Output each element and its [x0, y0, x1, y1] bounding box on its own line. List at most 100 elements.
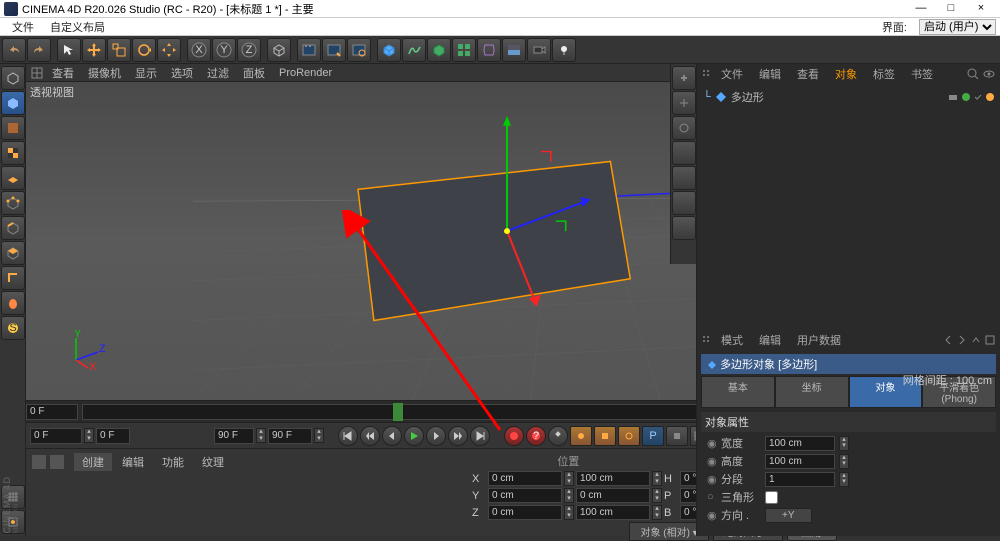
mat-icon2[interactable]: [50, 455, 64, 469]
render-view-button[interactable]: [297, 38, 321, 62]
close-button[interactable]: ×: [966, 1, 996, 17]
vp-menu-view[interactable]: 查看: [46, 65, 80, 81]
nav-orbit-icon[interactable]: [672, 116, 696, 140]
coord-pos-X[interactable]: [488, 471, 562, 486]
render-pv-button[interactable]: [322, 38, 346, 62]
environment-button[interactable]: [502, 38, 526, 62]
am-edit[interactable]: 编辑: [751, 330, 789, 350]
key-pla-button[interactable]: [666, 426, 688, 446]
autokey-button[interactable]: ?: [526, 426, 546, 446]
coord-size-Z[interactable]: [576, 505, 650, 520]
range-start2[interactable]: [96, 428, 130, 444]
attr-width-input[interactable]: [765, 436, 835, 451]
cube-button[interactable]: [377, 38, 401, 62]
axis-y-button[interactable]: Y: [212, 38, 236, 62]
live-select-button[interactable]: [57, 38, 81, 62]
om-object[interactable]: 对象: [827, 64, 865, 84]
coord-pos-Y[interactable]: [488, 488, 562, 503]
axis-toggle-button[interactable]: [1, 266, 25, 290]
sp[interactable]: ▴▾: [652, 505, 662, 520]
nav-cam1-icon[interactable]: [672, 141, 696, 165]
nav-zoom-icon[interactable]: [672, 66, 696, 90]
attr-tab-coord[interactable]: 坐标: [775, 376, 849, 408]
goto-start-button[interactable]: [338, 426, 358, 446]
vp-menu-prorender[interactable]: ProRender: [273, 67, 338, 79]
attr-triangle-checkbox[interactable]: [765, 491, 778, 504]
next-key-button[interactable]: [448, 426, 468, 446]
attr-direction-button[interactable]: +Y: [765, 508, 812, 523]
deformer-button[interactable]: [477, 38, 501, 62]
spinner2[interactable]: ▴▾: [256, 428, 266, 443]
prev-key-button[interactable]: [360, 426, 380, 446]
visibility-editor-dot[interactable]: [962, 93, 970, 101]
om-edit[interactable]: 编辑: [751, 64, 789, 84]
vp-menu-filter[interactable]: 过滤: [201, 65, 235, 81]
key-pos-button[interactable]: [570, 426, 592, 446]
next-frame-button[interactable]: [426, 426, 446, 446]
scale-button[interactable]: [107, 38, 131, 62]
phong-tag-icon[interactable]: [986, 93, 994, 101]
make-editable-button[interactable]: [1, 66, 25, 90]
om-eye-icon[interactable]: [982, 67, 996, 81]
maximize-button[interactable]: □: [936, 1, 966, 17]
light-button[interactable]: [552, 38, 576, 62]
checker-button[interactable]: [1, 141, 25, 165]
om-file[interactable]: 文件: [713, 64, 751, 84]
timeline-start[interactable]: [26, 404, 78, 420]
array-button[interactable]: [452, 38, 476, 62]
key-scale-button[interactable]: [594, 426, 616, 446]
attr-segments-input[interactable]: [765, 472, 835, 487]
menu-layout[interactable]: 自定义布局: [42, 19, 113, 35]
mat-icon1[interactable]: [32, 455, 46, 469]
sp[interactable]: ▴▾: [652, 471, 662, 486]
texture-mode-button[interactable]: [1, 116, 25, 140]
am-menu-icon[interactable]: [984, 334, 996, 346]
am-fwd-icon[interactable]: [956, 334, 968, 346]
snap-button[interactable]: S: [1, 316, 25, 340]
am-back-icon[interactable]: [942, 334, 954, 346]
spinner3[interactable]: ▴▾: [314, 428, 324, 443]
om-view[interactable]: 查看: [789, 64, 827, 84]
nav-cam2-icon[interactable]: [672, 166, 696, 190]
render-settings-button[interactable]: [347, 38, 371, 62]
nurbs-button[interactable]: [427, 38, 451, 62]
key-rot-button[interactable]: [618, 426, 640, 446]
polygon-mode-button[interactable]: [1, 241, 25, 265]
play-button[interactable]: [404, 426, 424, 446]
attr-height-spinner[interactable]: ▴▾: [839, 454, 849, 469]
nav-cam4-icon[interactable]: [672, 216, 696, 240]
recent-tool-button[interactable]: [157, 38, 181, 62]
edge-mode-button[interactable]: [1, 216, 25, 240]
range-start[interactable]: [30, 428, 82, 444]
vp-menu-options[interactable]: 选项: [165, 65, 199, 81]
viewport-config-icon[interactable]: [30, 66, 44, 80]
axis-z-button[interactable]: Z: [237, 38, 261, 62]
om-search-icon[interactable]: [966, 67, 980, 81]
am-up-icon[interactable]: [970, 334, 982, 346]
undo-button[interactable]: [2, 38, 26, 62]
lt-func[interactable]: 功能: [154, 453, 192, 471]
camera-button[interactable]: [527, 38, 551, 62]
point-mode-button[interactable]: [1, 191, 25, 215]
tweak-button[interactable]: [1, 291, 25, 315]
object-tree[interactable]: └ 多边形: [697, 84, 1000, 330]
attr-tab-basic[interactable]: 基本: [701, 376, 775, 408]
attr-height-input[interactable]: [765, 454, 835, 469]
keyframe-sel-button[interactable]: [548, 426, 568, 446]
spinner[interactable]: ▴▾: [84, 428, 94, 443]
lt-tex[interactable]: 纹理: [194, 453, 232, 471]
nav-pan-icon[interactable]: [672, 91, 696, 115]
menu-file[interactable]: 文件: [4, 19, 42, 35]
layer-icon[interactable]: [948, 92, 958, 102]
move-button[interactable]: [82, 38, 106, 62]
visibility-check-icon[interactable]: [974, 93, 982, 101]
lt-edit[interactable]: 编辑: [114, 453, 152, 471]
tree-item-polygon[interactable]: └ 多边形: [701, 88, 996, 106]
vp-menu-display[interactable]: 显示: [129, 65, 163, 81]
sp[interactable]: ▴▾: [564, 471, 574, 486]
objmgr-grip-icon[interactable]: [701, 68, 713, 80]
om-tag[interactable]: 标签: [865, 64, 903, 84]
coord-size-Y[interactable]: [576, 488, 650, 503]
attr-width-spinner[interactable]: ▴▾: [839, 436, 849, 451]
model-mode-button[interactable]: [1, 91, 25, 115]
